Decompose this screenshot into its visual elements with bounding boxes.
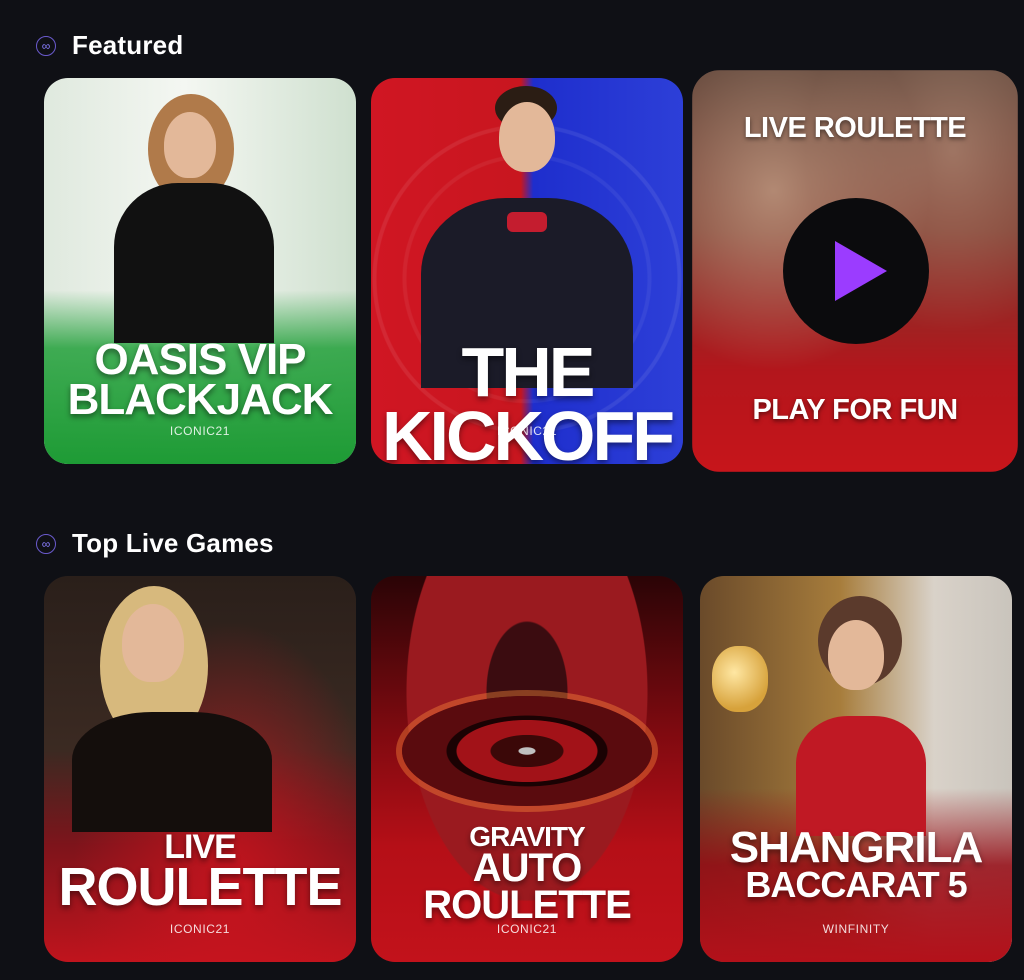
provider-label: ICONIC21	[496, 424, 558, 438]
infinity-icon: ∞	[36, 533, 56, 554]
title-line: OASIS VIP	[94, 335, 306, 384]
overlay-title: LIVE ROULETTE	[743, 112, 967, 144]
section-title: Top Live Games	[72, 528, 274, 558]
bow-tie	[507, 212, 547, 232]
game-title: OASIS VIP BLACKJACK	[44, 335, 356, 425]
play-button[interactable]	[783, 198, 929, 344]
title-line: SHANGRILA	[729, 823, 984, 872]
section-title: Featured	[72, 30, 184, 60]
title-line: BACCARAT 5	[745, 864, 967, 906]
play-for-fun-label[interactable]: PLAY FOR FUN	[692, 394, 1018, 427]
provider-label: ICONIC21	[169, 424, 231, 438]
lamp-decoration	[712, 646, 768, 712]
title-line: AUTO	[472, 845, 583, 890]
title-line: ROULETTE	[58, 857, 343, 918]
title-line: BLACKJACK	[67, 375, 334, 425]
game-title: GRAVITY AUTO ROULETTE	[371, 823, 683, 927]
provider-label: WINFINITY	[822, 922, 890, 936]
play-icon	[835, 241, 887, 301]
dealer-face	[828, 620, 884, 690]
featured-header: ∞ Featured	[36, 30, 183, 61]
dealer-face	[122, 604, 184, 682]
title-line: ROULETTE	[423, 882, 632, 927]
game-card-live-roulette[interactable]: LIVE ROULETTE ICONIC21	[44, 576, 356, 962]
dealer-body	[796, 716, 926, 836]
dealer-face	[164, 112, 216, 178]
infinity-icon: ∞	[36, 35, 56, 56]
dealer-body	[72, 712, 272, 832]
roulette-wheel	[402, 696, 652, 806]
game-card-shangrila-baccarat-5[interactable]: SHANGRILA BACCARAT 5 WINFINITY	[700, 576, 1012, 962]
provider-label: ICONIC21	[169, 922, 231, 936]
dealer-body	[114, 183, 274, 343]
game-title: LIVE ROULETTE	[44, 830, 356, 918]
provider-label: ICONIC21	[496, 922, 558, 936]
dealer-face	[499, 102, 555, 172]
game-card-oasis-vip-blackjack[interactable]: OASIS VIP BLACKJACK ICONIC21	[44, 78, 356, 464]
game-card-the-kickoff[interactable]: THE KICKOFF ICONIC21	[371, 78, 683, 464]
game-card-gravity-auto-roulette[interactable]: GRAVITY AUTO ROULETTE ICONIC21	[371, 576, 683, 962]
game-card-live-roulette-demo[interactable]: LIVE ROULETTE PLAY FOR FUN	[692, 70, 1018, 472]
game-title: SHANGRILA BACCARAT 5	[700, 823, 1012, 906]
top-live-header: ∞ Top Live Games	[36, 528, 274, 559]
game-title: THE KICKOFF	[381, 333, 675, 464]
